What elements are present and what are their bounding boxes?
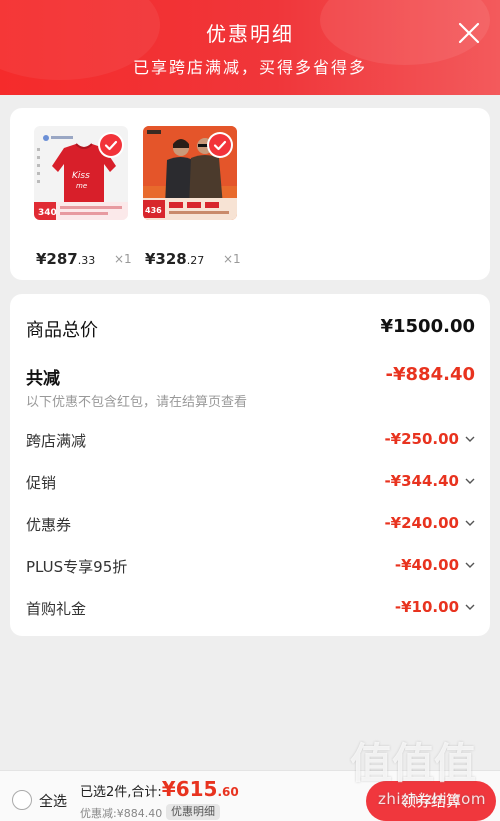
discount-row[interactable]: 跨店满减 -¥250.00 [26, 428, 475, 452]
price-integer: ¥287 [36, 250, 78, 268]
svg-text:Kiss: Kiss [72, 171, 90, 181]
chevron-down-icon[interactable] [465, 434, 475, 444]
discount-summary: 优惠减:¥884.40 [80, 807, 163, 820]
product-price: ¥328.27 [145, 250, 204, 268]
discount-label: 促销 [26, 474, 57, 492]
discount-value: -¥250.00 [384, 430, 459, 448]
check-icon[interactable] [209, 134, 231, 156]
page-subtitle: 已享跨店满减，买得多省得多 [132, 58, 367, 77]
total-reduce-label: 共减 [26, 369, 60, 389]
chevron-down-icon[interactable] [465, 518, 475, 528]
svg-text:340: 340 [38, 208, 57, 218]
chevron-down-icon[interactable] [465, 560, 475, 570]
total-price-value: ¥1500.00 [380, 316, 475, 337]
chevron-down-icon[interactable] [465, 476, 475, 486]
discount-label: 优惠券 [26, 516, 72, 534]
summary-total: ¥615.60 [162, 777, 239, 801]
discount-detail-card: 商品总价 ¥1500.00 共减 -¥884.40 以下优惠不包含红包，请在结算… [10, 294, 490, 636]
header: 优惠明细 已享跨店满减，买得多省得多 [0, 0, 500, 95]
total-decimal: .60 [217, 785, 239, 799]
select-all-radio[interactable] [12, 790, 32, 810]
watermark-logo-text: 值值值 [350, 739, 477, 788]
total-price-label: 商品总价 [26, 320, 98, 341]
total-reduce-value: -¥884.40 [385, 364, 475, 385]
svg-text:436: 436 [145, 206, 162, 215]
reduce-note: 以下优惠不包含红包，请在结算页查看 [26, 395, 248, 410]
discount-detail-tag[interactable]: 优惠明细 [166, 804, 220, 820]
currency-symbol: ¥ [161, 777, 176, 801]
watermark-text: zhizhizhi.com [378, 790, 486, 808]
discount-label: 首购礼金 [26, 600, 87, 618]
total-integer: 615 [175, 777, 218, 801]
product-quantity: ×1 [223, 252, 241, 266]
svg-text:me: me [76, 182, 87, 190]
discount-label: PLUS专享95折 [26, 558, 128, 576]
discount-value: -¥344.40 [384, 472, 459, 490]
watermark-logo: 值值值 [350, 740, 490, 788]
price-decimal: .33 [77, 254, 96, 267]
discount-value: -¥10.00 [394, 598, 459, 616]
discount-row[interactable]: 优惠券 -¥240.00 [26, 512, 475, 536]
discount-row[interactable]: 促销 -¥344.40 [26, 470, 475, 494]
discount-row[interactable]: PLUS专享95折 -¥40.00 [26, 554, 475, 578]
select-all-label[interactable]: 全选 [39, 791, 67, 811]
product-price: ¥287.33 [36, 250, 95, 268]
discount-value: -¥240.00 [384, 514, 459, 532]
selected-count: 已选2件,合计: [80, 785, 162, 800]
check-icon[interactable] [100, 134, 122, 156]
discount-label: 跨店满减 [26, 432, 87, 450]
products-card: Kiss me 340 ¥287.33 ×1 436 ¥328.27 ×1 [10, 108, 490, 280]
product-quantity: ×1 [114, 252, 132, 266]
page-title: 优惠明细 [206, 22, 294, 46]
price-decimal: .27 [186, 254, 205, 267]
discount-value: -¥40.00 [394, 556, 459, 574]
price-integer: ¥328 [145, 250, 187, 268]
chevron-down-icon[interactable] [465, 602, 475, 612]
discount-row[interactable]: 首购礼金 -¥10.00 [26, 596, 475, 620]
close-icon[interactable] [456, 20, 482, 46]
selected-summary: 已选2件,合计:¥615.60 [80, 777, 239, 801]
